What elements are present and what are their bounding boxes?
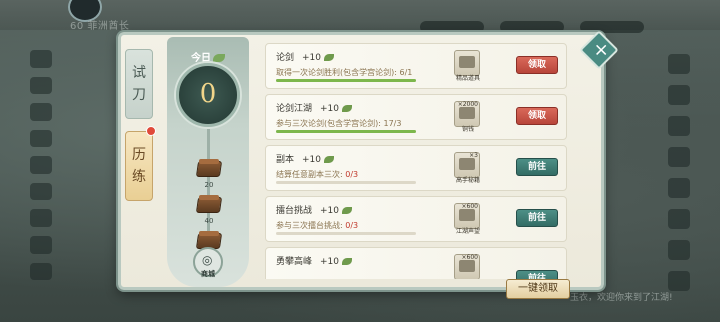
- task-progress-bar: [276, 79, 416, 82]
- tab-training[interactable]: 历 练: [125, 131, 153, 201]
- reward-label: 铜钱: [461, 126, 474, 133]
- milestone-chest-20[interactable]: [195, 159, 223, 181]
- reward-item-icon[interactable]: ×600: [454, 254, 480, 279]
- chat-preview: 玉衣，欢迎你来到了江湖!: [570, 293, 673, 303]
- notification-dot-icon: [146, 126, 156, 136]
- milestone-chest-40[interactable]: [195, 195, 223, 217]
- tab-training-label-2: 练: [132, 169, 146, 185]
- task-item: 擂台挑战 +10 参与三次擂台挑战: 0/3 ×600 江湖声望 前往: [265, 196, 567, 242]
- reward-label: 高手秘籍: [455, 177, 480, 184]
- task-item: 论剑 +10 取得一次论剑胜利(包含学宫论剑): 6/1 精品道具 领取: [265, 43, 567, 89]
- go-button[interactable]: 前往: [516, 209, 558, 227]
- go-button[interactable]: 前往: [516, 270, 558, 279]
- task-item: 论剑江湖 +10 参与三次论剑(包含学宫论剑): 17/3 ×2000 铜钱 领取: [265, 94, 567, 140]
- leaf-point-icon: [342, 105, 353, 112]
- tab-trial-label-2: 刀: [132, 87, 146, 103]
- tab-training-label-1: 历: [132, 147, 146, 163]
- task-list[interactable]: 论剑 +10 取得一次论剑胜利(包含学宫论剑): 6/1 精品道具 领取 论剑江湖…: [265, 43, 575, 279]
- reward-label: 精品道具: [455, 75, 480, 82]
- leaf-point-icon: [324, 156, 335, 163]
- today-points-value: 0: [199, 79, 217, 109]
- go-button[interactable]: 前往: [516, 158, 558, 176]
- claim-button[interactable]: 领取: [516, 107, 558, 125]
- background-right-menu: [664, 54, 694, 304]
- milestone-label-40: 40: [204, 217, 214, 225]
- today-points-circle: 0: [176, 63, 240, 127]
- leaf-point-icon: [213, 54, 225, 62]
- task-item: 副本 +10 结算任意副本三次: 0/3 ×3 高手秘籍 前往: [265, 145, 567, 191]
- tab-trial[interactable]: 试 刀: [125, 49, 153, 119]
- task-progress-bar: [276, 130, 416, 133]
- task-description: 取得一次论剑胜利(包含学宫论剑): 6/1: [276, 68, 413, 77]
- claim-all-button[interactable]: 一键领取: [506, 279, 570, 299]
- player-name: 60 菲洲酋长: [70, 21, 130, 32]
- background-left-menu: [30, 50, 60, 281]
- task-progress-bar: [276, 181, 416, 184]
- shop-icon: ◎: [202, 253, 213, 267]
- task-item: 勇攀高峰 +10 ×600 前往: [265, 247, 567, 279]
- shop-label: 商城: [201, 270, 215, 278]
- task-title: 论剑 +10: [276, 50, 335, 63]
- task-title: 副本 +10: [276, 152, 335, 165]
- leaf-point-icon: [342, 207, 353, 214]
- close-icon: ×: [593, 39, 609, 61]
- training-panel: 试 刀 历 练 今日 0 20 40 60 ◎ 商城: [118, 32, 604, 290]
- tab-trial-label-1: 试: [132, 65, 146, 81]
- leaf-point-icon: [342, 258, 353, 265]
- task-description: 结算任意副本三次: 0/3: [276, 170, 359, 179]
- task-description: 参与三次论剑(包含学宫论剑): 17/3: [276, 119, 402, 128]
- task-title: 论剑江湖 +10: [276, 101, 353, 114]
- today-label: 今日: [167, 49, 249, 64]
- task-title: 勇攀高峰 +10: [276, 254, 353, 267]
- reward-label: 江湖声望: [455, 228, 480, 235]
- daily-progress-column: 今日 0 20 40 60 ◎ 商城: [167, 37, 249, 287]
- task-title: 擂台挑战 +10: [276, 203, 353, 216]
- task-progress-bar: [276, 232, 416, 235]
- task-description: 参与三次擂台挑战: 0/3: [276, 221, 359, 230]
- claim-button[interactable]: 领取: [516, 56, 558, 74]
- milestone-label-20: 20: [204, 181, 214, 189]
- leaf-point-icon: [324, 54, 335, 61]
